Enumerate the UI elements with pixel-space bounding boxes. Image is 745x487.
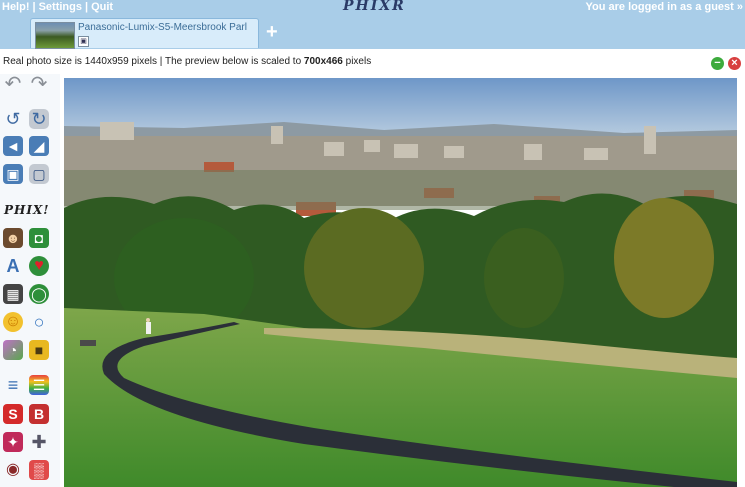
puzzle-icon[interactable]: ✚	[29, 432, 49, 452]
info-scaled-size: 700x466	[303, 56, 343, 67]
resize-large-icon[interactable]: ▢	[29, 164, 49, 184]
s-effect-icon[interactable]: S	[3, 404, 23, 424]
tool-panel: ↶ ↷ ↺ ↻ ◄ ◢ ▣ ▢ PHIX! ☻ ◘ A ♥ ▦ ◯ ☺ ○ ◔ …	[0, 74, 60, 487]
portrait-icon[interactable]: ☻	[3, 228, 23, 248]
phix-section-label: PHIX!	[4, 203, 50, 217]
sticky-note-icon[interactable]: ■	[29, 340, 49, 360]
park-landscape-image	[64, 78, 737, 487]
confirm-icon[interactable]: −	[711, 57, 724, 70]
app-logo: PHIXR	[343, 0, 406, 14]
bubble-pair-icon[interactable]: ◔	[3, 340, 23, 360]
add-tab-button[interactable]: +	[266, 22, 278, 42]
rotate-right-icon[interactable]: ↻	[29, 109, 49, 129]
camera-icon[interactable]: ◘	[29, 228, 49, 248]
top-links: Help! | Settings | Quit	[2, 1, 113, 13]
frame-icon[interactable]: ▦	[3, 284, 23, 304]
settings-link[interactable]: Settings	[39, 1, 82, 13]
quit-link[interactable]: Quit	[91, 1, 113, 13]
photo-size-info: Real photo size is 1440x959 pixels | The…	[3, 56, 371, 67]
pattern-icon[interactable]: ▒	[29, 460, 49, 480]
tab-strip: Panasonic-Lumix-S5-Meersbrook Parl ▣ +	[0, 16, 745, 49]
info-prefix: Real photo size is 1440x959 pixels | The…	[3, 56, 304, 67]
tab-thumbnail	[35, 22, 75, 49]
redo-icon[interactable]: ↷	[29, 74, 49, 94]
close-icon[interactable]: ×	[728, 57, 741, 70]
resize-small-icon[interactable]: ▣	[3, 164, 23, 184]
top-bar: Help! | Settings | Quit PHIXR You are logged…	[0, 0, 745, 16]
color-palette-icon[interactable]: ☰	[29, 375, 49, 395]
help-link[interactable]: Help!	[2, 1, 30, 13]
photo-preview[interactable]	[64, 78, 737, 487]
sliders-icon[interactable]: ≡	[3, 375, 23, 395]
info-suffix: pixels	[342, 56, 372, 67]
tab-status-icon: ▣	[78, 36, 89, 47]
undo-icon[interactable]: ↶	[3, 74, 23, 94]
heart-icon[interactable]: ♥	[29, 256, 49, 276]
separator: |	[84, 1, 89, 13]
login-status-link[interactable]: You are logged in as a guest »	[585, 1, 743, 13]
smiley-icon[interactable]: ☺	[3, 312, 23, 332]
separator: |	[32, 1, 36, 13]
rotate-left-icon[interactable]: ↺	[3, 109, 23, 129]
shape-icon[interactable]: ◯	[29, 284, 49, 304]
eye-icon[interactable]: ◉	[3, 460, 23, 480]
flip-horizontal-icon[interactable]: ◄	[3, 136, 23, 156]
tab-title: Panasonic-Lumix-S5-Meersbrook Parl	[78, 22, 247, 33]
effect-icon[interactable]: ✦	[3, 432, 23, 452]
save-cancel-group: − ×	[707, 53, 741, 71]
speech-bubble-icon[interactable]: ○	[29, 312, 49, 332]
text-icon[interactable]: A	[3, 256, 23, 276]
photo-tab[interactable]: Panasonic-Lumix-S5-Meersbrook Parl ▣	[30, 18, 259, 49]
crop-select-icon[interactable]: ◢	[29, 136, 49, 156]
b-effect-icon[interactable]: B	[29, 404, 49, 424]
